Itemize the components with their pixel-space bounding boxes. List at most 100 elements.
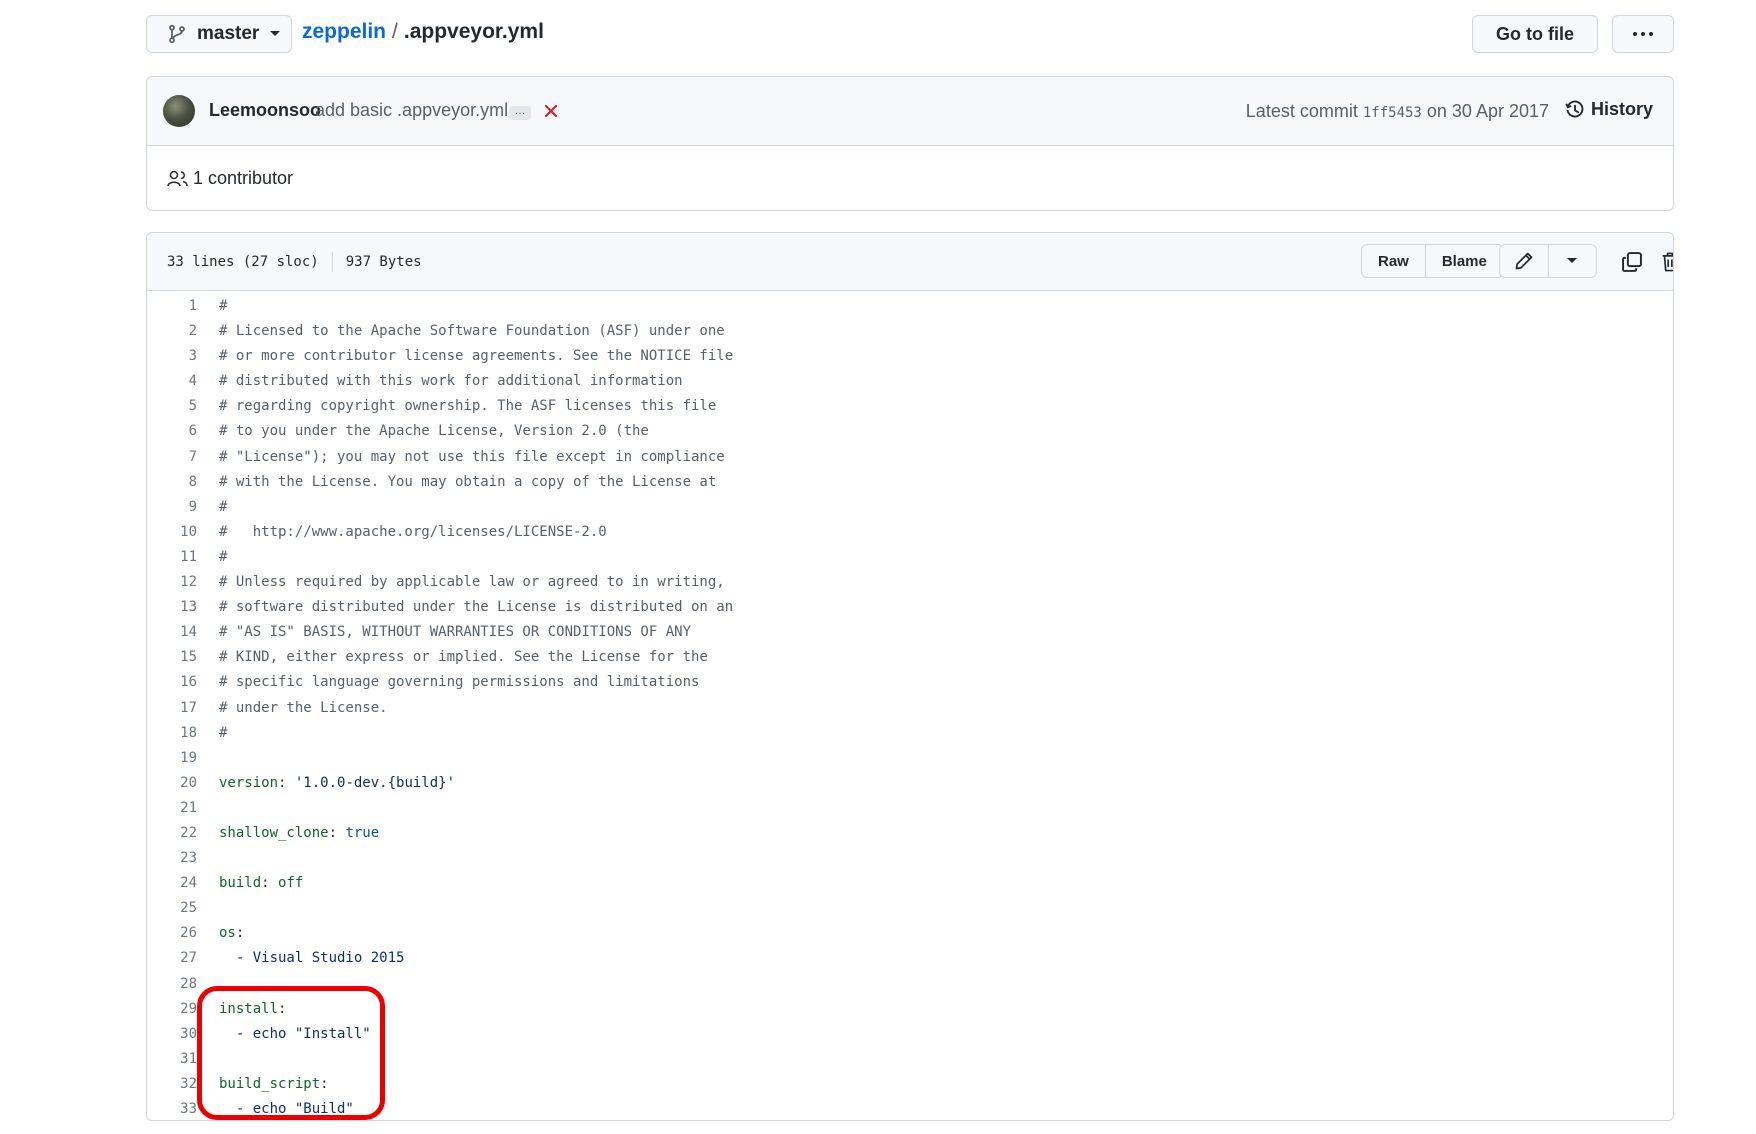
raw-blame-group: Raw Blame <box>1361 244 1504 278</box>
code-line: 21 <box>147 796 1673 821</box>
line-number[interactable]: 14 <box>147 620 197 645</box>
line-number[interactable]: 6 <box>147 419 197 444</box>
code-token: # specific language governing permission… <box>219 674 700 691</box>
line-number[interactable]: 32 <box>147 1072 197 1097</box>
copy-icon[interactable] <box>1621 251 1643 273</box>
line-number[interactable]: 30 <box>147 1022 197 1047</box>
line-content: os: <box>197 921 244 946</box>
line-number[interactable]: 9 <box>147 495 197 520</box>
line-content: # Unless required by applicable law or a… <box>197 570 725 595</box>
line-number[interactable]: 27 <box>147 946 197 971</box>
line-number[interactable]: 11 <box>147 545 197 570</box>
edit-file-button[interactable] <box>1500 245 1548 277</box>
line-content: build_script: <box>197 1072 329 1097</box>
code-token: # KIND, either express or implied. See t… <box>219 649 708 666</box>
blame-button[interactable]: Blame <box>1424 245 1503 277</box>
line-number[interactable]: 28 <box>147 972 197 997</box>
line-number[interactable]: 17 <box>147 696 197 721</box>
line-number[interactable]: 33 <box>147 1097 197 1120</box>
git-branch-icon <box>169 24 185 44</box>
line-number[interactable]: 8 <box>147 470 197 495</box>
line-content: # <box>197 545 227 570</box>
file-size: 937 Bytes <box>345 254 422 270</box>
commit-author[interactable]: Leemoonsoo <box>209 100 321 121</box>
code-line: 24 build: off <box>147 871 1673 896</box>
avatar[interactable] <box>163 95 195 127</box>
line-content: # KIND, either express or implied. See t… <box>197 645 708 670</box>
line-number[interactable]: 12 <box>147 570 197 595</box>
raw-button[interactable]: Raw <box>1362 245 1425 277</box>
line-number[interactable]: 26 <box>147 921 197 946</box>
line-number[interactable]: 3 <box>147 344 197 369</box>
line-content: shallow_clone: true <box>197 821 379 846</box>
line-content: install: <box>197 997 286 1022</box>
line-number[interactable]: 13 <box>147 595 197 620</box>
line-number[interactable]: 7 <box>147 445 197 470</box>
code-token: # with the License. You may obtain a cop… <box>219 473 717 490</box>
contributors-count: 1 contributor <box>193 168 294 188</box>
history-icon <box>1565 100 1584 117</box>
commit-sha-link[interactable]: 1ff5453 <box>1363 105 1422 121</box>
line-number[interactable]: 23 <box>147 846 197 871</box>
go-to-file-button[interactable]: Go to file <box>1472 15 1598 53</box>
code-line: 32 build_script: <box>147 1072 1673 1097</box>
code-line: 7 # "License"); you may not use this file… <box>147 445 1673 470</box>
history-button[interactable]: History <box>1565 99 1653 120</box>
code-token: - <box>219 1025 253 1042</box>
expand-commit-button[interactable]: … <box>509 106 531 120</box>
code-body: 1 #2 # Licensed to the Apache Software Fou… <box>147 291 1673 1120</box>
code-line: 33 - echo "Build" <box>147 1097 1673 1120</box>
latest-commit-info: Latest commit 1ff5453 on 30 Apr 2017 <box>1246 101 1549 122</box>
kebab-horizontal-icon <box>1633 32 1653 36</box>
code-token: # distributed with this work for additio… <box>219 373 683 390</box>
line-number[interactable]: 5 <box>147 394 197 419</box>
code-token: : <box>235 925 245 942</box>
code-line: 12 # Unless required by applicable law or… <box>147 570 1673 595</box>
code-line: 29 install: <box>147 997 1673 1022</box>
status-failure-x-icon[interactable] <box>543 103 559 119</box>
branch-select-button[interactable]: master <box>146 15 292 53</box>
code-line: 4 # distributed with this work for additi… <box>147 369 1673 394</box>
line-number[interactable]: 18 <box>147 721 197 746</box>
trash-icon[interactable] <box>1660 251 1674 273</box>
code-token: install <box>219 1000 279 1017</box>
repo-link[interactable]: zeppelin <box>302 20 386 43</box>
line-content: # to you under the Apache License, Versi… <box>197 419 649 444</box>
line-number[interactable]: 25 <box>147 896 197 921</box>
line-number[interactable]: 21 <box>147 796 197 821</box>
line-content: # <box>197 721 227 746</box>
contributors-link[interactable]: 1 contributor <box>167 168 293 189</box>
line-count: 33 lines (27 sloc) <box>167 254 319 270</box>
line-number[interactable]: 22 <box>147 821 197 846</box>
code-token: echo "Build" <box>252 1101 354 1117</box>
commit-message[interactable]: add basic .appveyor.yml <box>315 100 508 121</box>
line-number[interactable]: 29 <box>147 997 197 1022</box>
line-number[interactable]: 16 <box>147 670 197 695</box>
code-token: off <box>278 875 304 892</box>
line-content: - echo "Install" <box>197 1022 371 1047</box>
code-line: 15 # KIND, either express or implied. See… <box>147 645 1673 670</box>
code-line: 26 os: <box>147 921 1673 946</box>
line-number[interactable]: 10 <box>147 520 197 545</box>
chevron-down-icon <box>270 31 281 36</box>
code-token: os <box>219 925 236 942</box>
line-number[interactable]: 20 <box>147 771 197 796</box>
line-content: # Licensed to the Apache Software Founda… <box>197 319 725 344</box>
line-number[interactable]: 1 <box>147 294 197 319</box>
edit-dropdown-button[interactable] <box>1547 245 1597 277</box>
line-number[interactable]: 15 <box>147 645 197 670</box>
line-number[interactable]: 4 <box>147 369 197 394</box>
line-content <box>197 796 219 821</box>
more-options-button[interactable] <box>1612 15 1674 53</box>
chevron-down-icon <box>1567 258 1578 263</box>
line-number[interactable]: 31 <box>147 1047 197 1072</box>
line-number[interactable]: 2 <box>147 319 197 344</box>
code-token: : <box>261 875 279 892</box>
line-number[interactable]: 19 <box>147 746 197 771</box>
line-number[interactable]: 24 <box>147 871 197 896</box>
code-token: Visual Studio 2015 <box>252 950 405 967</box>
divider <box>331 252 333 272</box>
code-token: # <box>219 724 228 741</box>
line-content <box>197 746 219 771</box>
code-line: 8 # with the License. You may obtain a co… <box>147 470 1673 495</box>
